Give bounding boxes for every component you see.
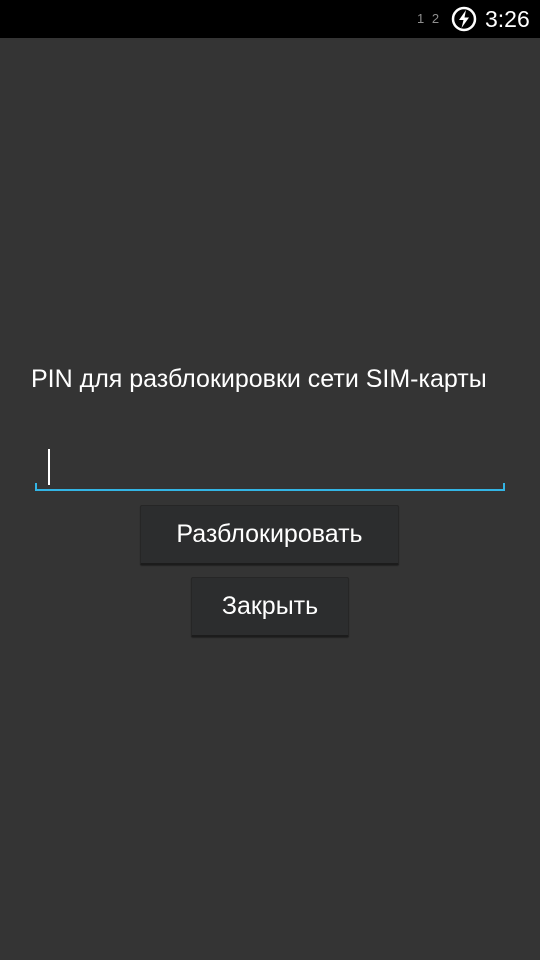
- unlock-button[interactable]: Разблокировать: [140, 505, 399, 565]
- pin-field-underline: [35, 489, 505, 491]
- pin-prompt-label: PIN для разблокировки сети SIM-карты: [31, 365, 487, 393]
- clock: 3:26: [485, 6, 530, 32]
- sim-indicators: 1 2: [417, 11, 442, 26]
- pin-field-left-tick: [35, 483, 37, 491]
- sim-unlock-screen: PIN для разблокировки сети SIM-карты Раз…: [0, 38, 540, 960]
- close-button[interactable]: Закрыть: [191, 577, 349, 637]
- pin-field[interactable]: [35, 443, 505, 491]
- pin-input[interactable]: [35, 443, 505, 489]
- text-cursor: [48, 449, 50, 485]
- pin-field-right-tick: [503, 483, 505, 491]
- status-bar: 1 2 3:26: [0, 0, 540, 38]
- battery-charging-icon: [451, 6, 477, 32]
